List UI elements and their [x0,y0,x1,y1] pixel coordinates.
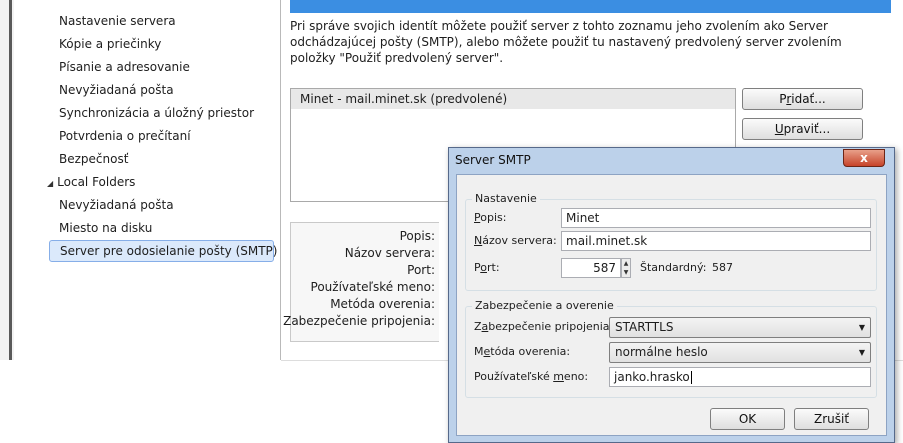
tree-item-junk[interactable]: Nevyžiadaná pošta [59,80,174,101]
username-label: Používateľské meno: [474,370,589,383]
tree-item-local-junk[interactable]: Nevyžiadaná pošta [59,195,174,216]
stepper-down-icon[interactable]: ▼ [622,268,630,277]
chevron-down-icon[interactable]: ▼ [859,343,865,362]
auth-method-select[interactable]: normálne heslo ▼ [609,342,871,363]
tree-item-smtp-server[interactable]: Server pre odosielanie pošty (SMTP) [49,240,277,262]
ok-button[interactable]: OK [710,408,785,430]
tree-item-disk-space[interactable]: Miesto na disku [59,218,152,239]
header-bar [290,0,891,13]
tree-item-local-folders-label: Local Folders [57,175,136,189]
port-input[interactable]: 587 [561,258,621,278]
connection-security-select[interactable]: STARTTLS ▼ [609,317,871,338]
security-group: Zabezpečenie a overenie Zabezpečenie pri… [465,299,877,398]
close-icon[interactable]: x [843,149,885,167]
auth-method-label: Metóda overenia: [474,345,571,358]
tree-item-copies-folders[interactable]: Kópie a priečinky [59,34,161,55]
settings-group: Nastavenie Popis: Minet Názov servera: m… [465,192,877,291]
window-edge [0,0,15,360]
tree-item-sync-storage[interactable]: Synchronizácia a úložný priestor [59,103,254,124]
tree-item-local-folders[interactable]: ◢ Local Folders [47,172,135,193]
detail-label-description: Popis: [399,229,435,243]
smtp-server-row[interactable]: Minet - mail.minet.sk (predvolené) [291,89,735,109]
dialog-body: Nastavenie Popis: Minet Názov servera: m… [456,174,887,436]
tree-item-receipts[interactable]: Potvrdenia o prečítaní [59,126,191,147]
smtp-server-dialog: Server SMTP x Nastavenie Popis: Minet Ná… [448,147,895,443]
description-input[interactable]: Minet [561,208,871,228]
window-edge-line [9,0,12,360]
cancel-button[interactable]: Zrušiť [794,408,869,430]
account-settings-tree: Nastavenie servera Kópie a priečinky Pís… [14,0,281,360]
detail-label-username: Používateľské meno: [310,280,435,294]
tree-item-server-settings[interactable]: Nastavenie servera [59,11,176,32]
server-name-input[interactable]: mail.minet.sk [561,231,871,251]
add-server-button[interactable]: Pridať... [742,88,863,110]
server-name-label: Názov servera: [474,234,557,247]
edit-server-button[interactable]: Upraviť... [742,118,863,140]
default-port-value: 587 [712,261,733,274]
port-stepper[interactable]: ▲ ▼ [621,258,631,278]
dialog-title: Server SMTP [455,153,531,167]
default-port-label: Štandardný: [640,261,707,274]
username-input[interactable]: janko.hrasko [609,367,871,387]
detail-label-server-name: Názov servera: [344,246,435,260]
detail-label-connection-security: Zabezpečenie pripojenia: [283,314,435,328]
detail-label-port: Port: [407,263,435,277]
chevron-down-icon[interactable]: ▼ [859,318,865,337]
stepper-up-icon[interactable]: ▲ [622,259,630,268]
tree-item-composition[interactable]: Písanie a adresovanie [59,57,190,78]
expand-arrow-icon[interactable]: ◢ [47,179,53,188]
settings-legend: Nastavenie [472,192,540,205]
port-label: Port: [474,261,500,274]
security-legend: Zabezpečenie a overenie [472,299,617,312]
description-label: Popis: [474,211,507,224]
tree-item-security[interactable]: Bezpečnosť [59,149,128,170]
server-details-panel: Popis: Názov servera: Port: Používateľsk… [283,222,439,342]
smtp-description: Pri správe svojich identít môžete použiť… [290,19,842,65]
connection-security-label: Zabezpečenie pripojenia: [474,320,614,333]
text-cursor [690,371,692,384]
detail-label-auth-method: Metóda overenia: [330,297,435,311]
